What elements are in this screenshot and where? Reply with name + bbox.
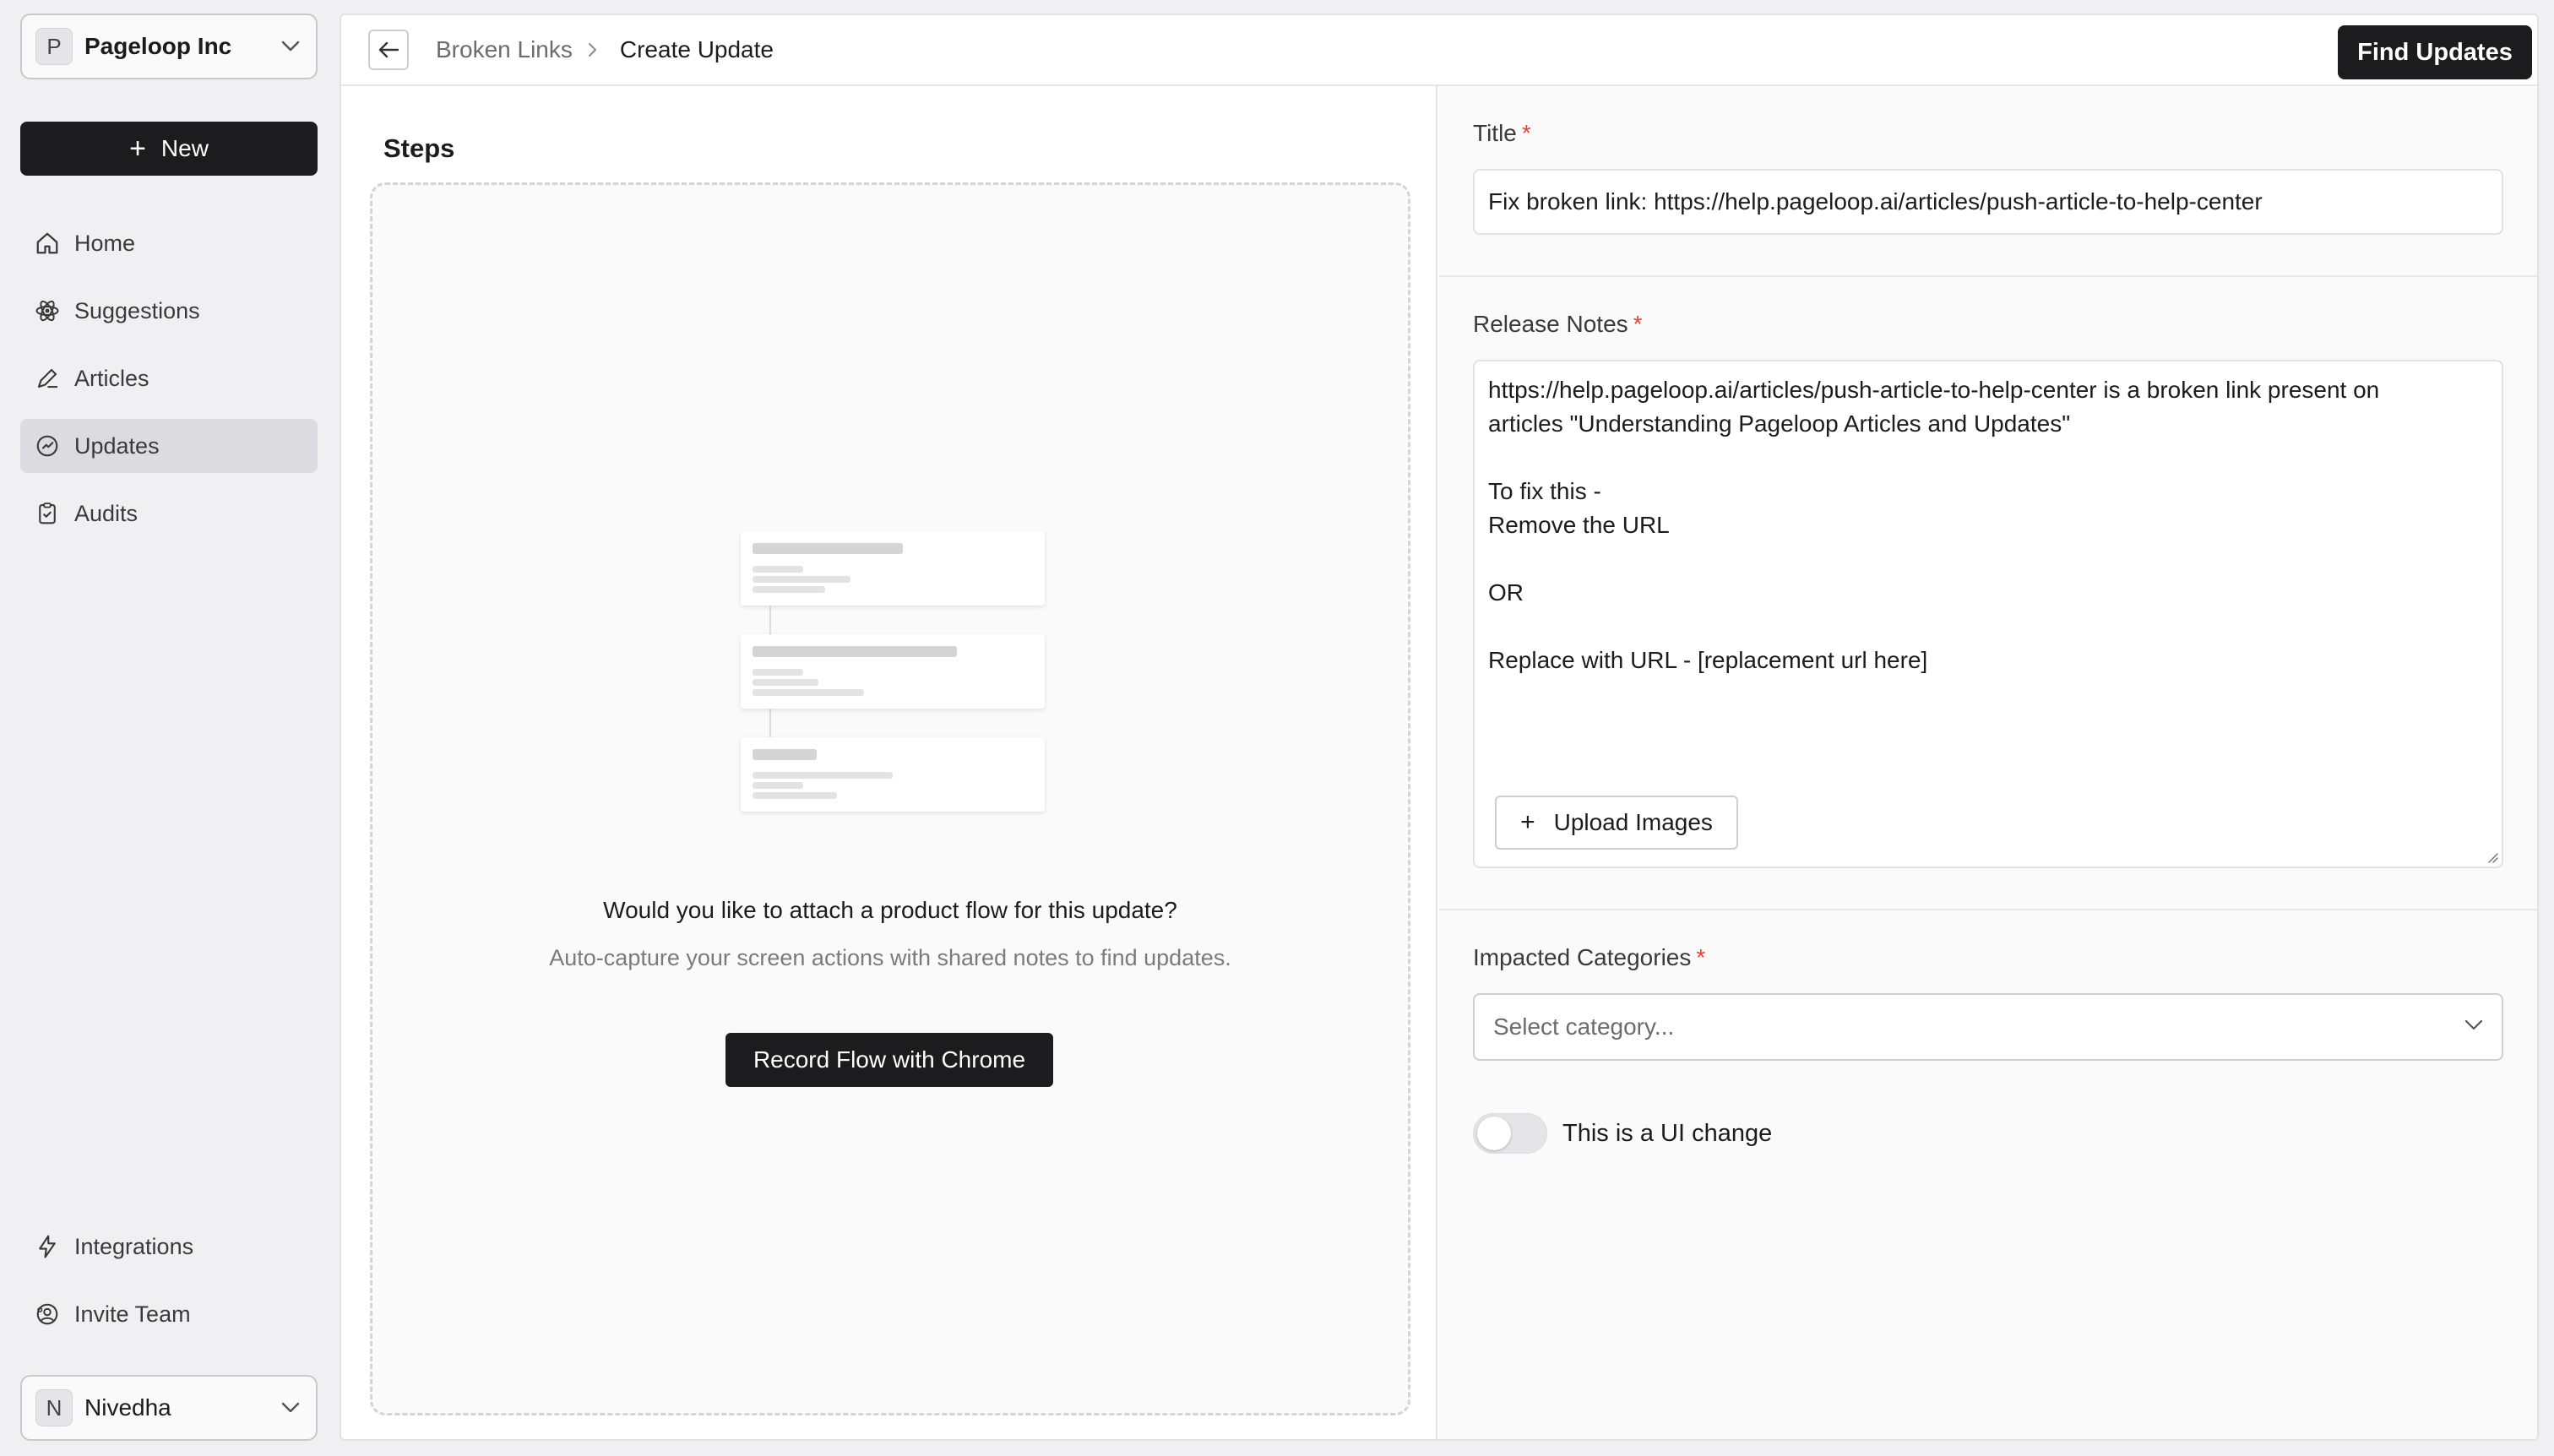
categories-label-text: Impacted Categories: [1473, 944, 1692, 970]
sidebar-item-label: Suggestions: [74, 297, 200, 323]
user-name: Nivedha: [84, 1394, 171, 1421]
org-name: Pageloop Inc: [84, 33, 232, 59]
sidebar-item-label: Invite Team: [74, 1301, 191, 1327]
update-form: Title* Release Notes* https://help.pagel…: [1439, 86, 2537, 1439]
sidebar-item-label: Integrations: [74, 1233, 194, 1259]
pen-icon: [34, 365, 61, 392]
refresh-icon: [34, 432, 61, 459]
attach-flow-subtitle: Auto-capture your screen actions with sh…: [549, 945, 1231, 970]
product-flow-dropzone: Would you like to attach a product flow …: [370, 182, 1410, 1415]
required-mark: *: [1696, 944, 1706, 970]
sidebar-item-audits[interactable]: Audits: [20, 486, 318, 541]
user-switcher[interactable]: N Nivedha: [20, 1375, 318, 1441]
title-label: Title *: [1473, 120, 1531, 147]
lightning-icon: [34, 1233, 61, 1260]
plus-icon: +: [129, 133, 146, 165]
sidebar: P Pageloop Inc + New Home Suggestions Ar…: [0, 0, 340, 1456]
sidebar-item-label: Home: [74, 230, 136, 256]
toggle-knob: [1477, 1116, 1511, 1150]
plus-icon: +: [1520, 808, 1535, 836]
sidebar-item-articles[interactable]: Articles: [20, 351, 318, 405]
sidebar-item-home[interactable]: Home: [20, 216, 318, 270]
breadcrumb-current: Create Update: [619, 36, 774, 62]
chevron-down-icon: [2464, 1019, 2483, 1035]
sidebar-item-label: Updates: [74, 432, 160, 459]
sidebar-item-integrations[interactable]: Integrations: [20, 1220, 318, 1274]
sidebar-item-invite-team[interactable]: Invite Team: [20, 1287, 318, 1341]
required-mark: *: [1633, 311, 1643, 337]
title-section: Title *: [1439, 86, 2537, 277]
steps-pane: Steps Would you like to attach a product…: [341, 86, 1437, 1439]
sidebar-item-label: Audits: [74, 500, 139, 526]
org-avatar: P: [35, 28, 73, 65]
category-placeholder: Select category...: [1493, 1013, 1675, 1040]
title-label-text: Title: [1473, 120, 1517, 146]
sidebar-item-suggestions[interactable]: Suggestions: [20, 284, 318, 338]
clipboard-icon: [34, 500, 61, 527]
team-icon: [34, 1301, 61, 1328]
release-notes-text[interactable]: https://help.pageloop.ai/articles/push-a…: [1488, 373, 2485, 677]
ui-change-row: This is a UI change: [1473, 1113, 1772, 1154]
flow-illustration-icon: [741, 531, 1048, 827]
categories-label: Impacted Categories *: [1473, 944, 1705, 971]
upload-images-button[interactable]: + Upload Images: [1495, 796, 1738, 850]
resize-handle-icon[interactable]: [2485, 850, 2498, 863]
release-notes-textarea[interactable]: https://help.pageloop.ai/articles/push-a…: [1473, 360, 2503, 868]
ui-change-label: This is a UI change: [1562, 1119, 1773, 1147]
sidebar-item-label: Articles: [74, 365, 149, 391]
upload-images-label: Upload Images: [1553, 809, 1713, 835]
chevron-down-icon: [279, 1396, 302, 1420]
steps-title: Steps: [383, 133, 455, 163]
arrow-left-icon: [378, 41, 399, 58]
atom-icon: [34, 297, 61, 324]
category-select[interactable]: Select category...: [1473, 993, 2503, 1061]
required-mark: *: [1521, 120, 1531, 146]
back-button[interactable]: [368, 30, 409, 70]
new-button-label: New: [160, 135, 209, 161]
home-icon: [34, 230, 61, 257]
org-switcher[interactable]: P Pageloop Inc: [20, 14, 318, 79]
new-button[interactable]: + New: [20, 122, 318, 176]
topbar: Broken Links Create Update Find Updates: [341, 15, 2537, 86]
title-input[interactable]: [1473, 169, 2503, 235]
chevron-down-icon: [279, 35, 302, 58]
chevron-right-icon: [588, 41, 605, 58]
attach-flow-question: Would you like to attach a product flow …: [603, 897, 1177, 923]
release-notes-label: Release Notes *: [1473, 311, 1643, 338]
breadcrumb-parent[interactable]: Broken Links: [436, 36, 573, 63]
release-notes-label-text: Release Notes: [1473, 311, 1628, 337]
record-flow-button[interactable]: Record Flow with Chrome: [725, 1033, 1053, 1087]
find-updates-button[interactable]: Find Updates: [2338, 25, 2532, 79]
main-panel: Broken Links Create Update Find Updates …: [340, 14, 2539, 1441]
ui-change-toggle[interactable]: [1473, 1113, 1547, 1154]
user-avatar: N: [35, 1389, 73, 1426]
sidebar-item-updates[interactable]: Updates: [20, 419, 318, 473]
